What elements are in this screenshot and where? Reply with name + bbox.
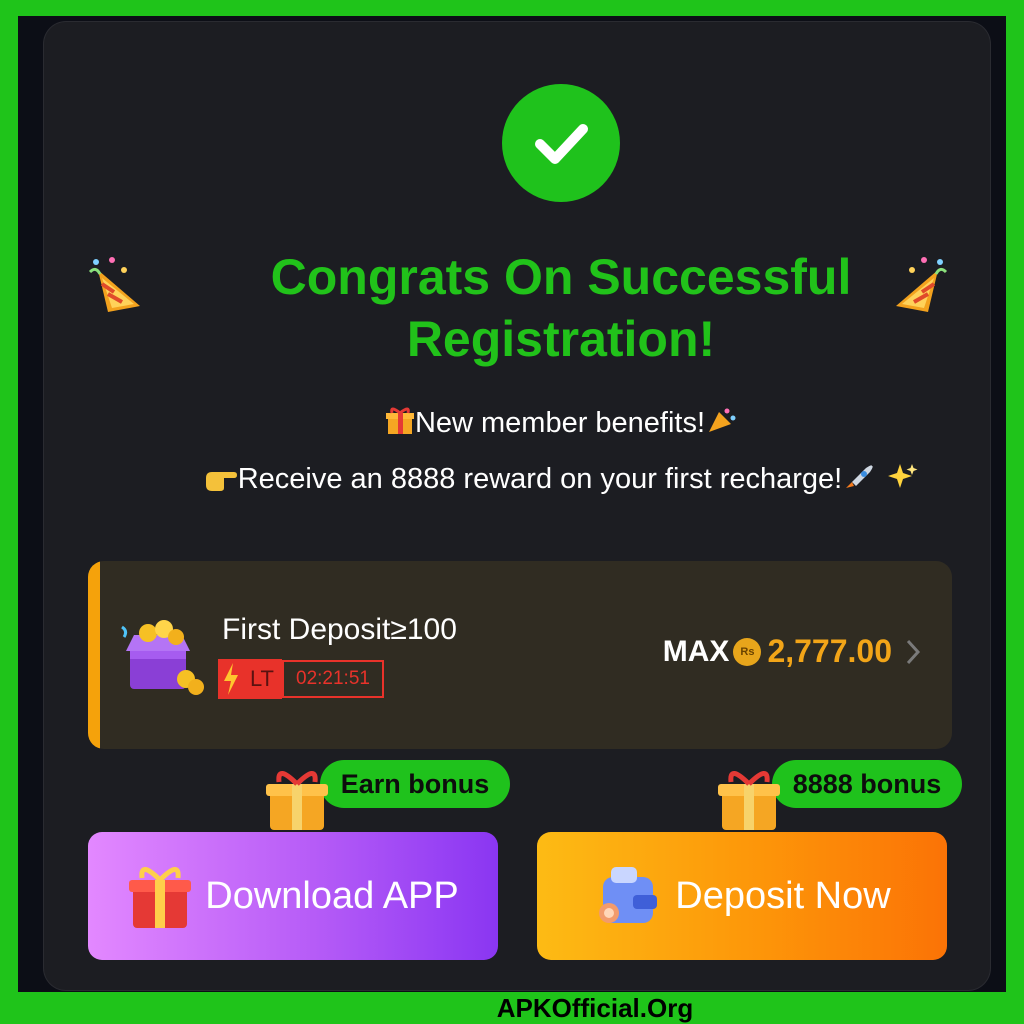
reward-line: Receive an 8888 reward on your first rec… — [104, 462, 1018, 496]
treasure-chest-icon — [121, 620, 204, 695]
timer-value: 02:21:51 — [282, 660, 384, 698]
chevron-right-icon[interactable] — [904, 637, 922, 667]
gift-icon — [718, 771, 780, 830]
download-app-label: Download APP — [205, 874, 459, 917]
countdown-timer: LT 02:21:51 — [218, 659, 384, 699]
timer-label-block: LT — [218, 659, 282, 699]
max-label: MAX — [662, 634, 730, 668]
max-amount: 2,777.00 — [767, 633, 892, 669]
max-reward: MAX Rs 2,777.00 — [663, 633, 922, 670]
gift-icon — [385, 407, 414, 434]
check-icon — [502, 84, 620, 202]
gift-icon — [129, 867, 192, 928]
benefits-text: New member benefits! — [414, 407, 706, 439]
benefits-line: New member benefits! — [104, 406, 1018, 440]
reward-text: Receive an 8888 reward on your first rec… — [237, 463, 843, 495]
site-watermark: APKOfficial.Org — [496, 993, 694, 1023]
deposit-now-label: Deposit Now — [675, 874, 891, 917]
gift-icon — [266, 771, 328, 830]
timer-label: LT — [249, 666, 274, 691]
success-title-line-2: Registration! — [406, 311, 716, 367]
deposit-bonus-tag: 8888 bonus — [772, 760, 962, 808]
earn-bonus-tag: Earn bonus — [320, 760, 510, 808]
rupee-coin-icon: Rs — [733, 637, 762, 666]
wallet-icon — [599, 867, 658, 923]
first-deposit-title: First Deposit≥100 — [222, 613, 457, 646]
deposit-now-button[interactable]: Deposit Now — [537, 832, 947, 960]
download-app-button[interactable]: Download APP — [88, 832, 498, 960]
lightning-icon — [224, 663, 238, 695]
sparkles-icon — [888, 464, 918, 488]
party-popper-icon — [88, 257, 140, 312]
success-title-line-1: Congrats On Successful — [270, 249, 852, 305]
first-deposit-card[interactable]: First Deposit≥100 LT 02:21:51 MAX Rs 2,7… — [88, 561, 952, 749]
card-accent-bar — [88, 561, 100, 749]
rocket-icon — [846, 465, 873, 488]
pointing-hand-icon — [205, 472, 237, 491]
party-popper-icon — [709, 408, 736, 432]
success-title: Congrats On Successful Registration! — [194, 246, 928, 370]
